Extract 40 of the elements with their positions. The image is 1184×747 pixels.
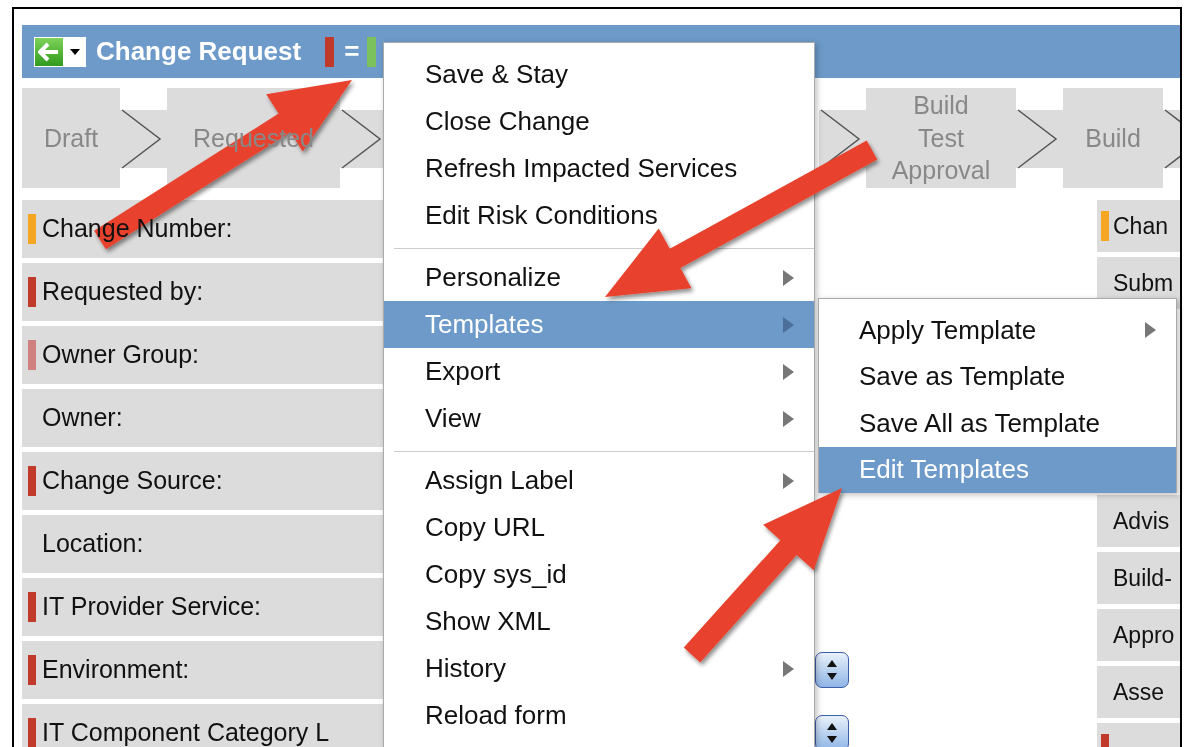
menu-item[interactable]: Show XML xyxy=(425,602,551,641)
menu-item[interactable]: Copy URL xyxy=(425,508,545,547)
field-label: Requested by: xyxy=(42,276,204,308)
updown-icon xyxy=(826,659,838,681)
field-label: Location: xyxy=(42,528,144,560)
back-button[interactable] xyxy=(34,36,64,67)
field-label: Asse xyxy=(1113,677,1165,707)
menu-item[interactable]: Save All as Template xyxy=(859,403,1100,443)
field-label: Build- xyxy=(1113,563,1172,593)
menu-item[interactable]: View xyxy=(425,399,481,438)
menu-item[interactable]: Reload form xyxy=(425,696,567,735)
field-label: Subm xyxy=(1113,268,1174,298)
menu-item[interactable]: Save as Template xyxy=(859,357,1066,397)
legend-text: = xyxy=(344,35,360,68)
field-label: IT Component Category L xyxy=(42,717,330,747)
menu-item[interactable]: Save & Stay xyxy=(425,55,569,94)
menu-item[interactable]: Export xyxy=(425,352,501,391)
dropdown-button[interactable] xyxy=(64,36,86,67)
field-label: Appro xyxy=(1113,620,1175,650)
field-label: Advis xyxy=(1113,506,1170,536)
field-label: Change Source: xyxy=(42,465,223,497)
field-label: IT Provider Service: xyxy=(42,591,262,623)
menu-item[interactable]: Refresh Impacted Services xyxy=(425,149,738,188)
form-title: Change Request xyxy=(96,35,302,68)
menu-item[interactable]: History xyxy=(425,649,506,688)
field-label: Owner Group: xyxy=(42,339,199,371)
spinner-button[interactable] xyxy=(815,715,849,747)
caret-icon xyxy=(70,48,80,55)
back-arrow-icon xyxy=(38,41,60,62)
menu-item[interactable]: Personalize xyxy=(425,258,561,297)
menu-item[interactable]: Assign Label xyxy=(425,461,574,500)
field-label: Owner: xyxy=(42,402,123,434)
menu-item[interactable]: Copy sys_id xyxy=(425,555,567,594)
updown-icon xyxy=(826,722,838,744)
field-label: Chan xyxy=(1113,211,1168,241)
menu-item[interactable]: Apply Template xyxy=(859,310,1037,350)
spinner-button[interactable] xyxy=(815,652,849,688)
menu-item[interactable]: Close Change xyxy=(425,102,590,141)
menu-item[interactable]: Edit Risk Conditions xyxy=(425,196,658,235)
field-label: Environment: xyxy=(42,654,190,686)
